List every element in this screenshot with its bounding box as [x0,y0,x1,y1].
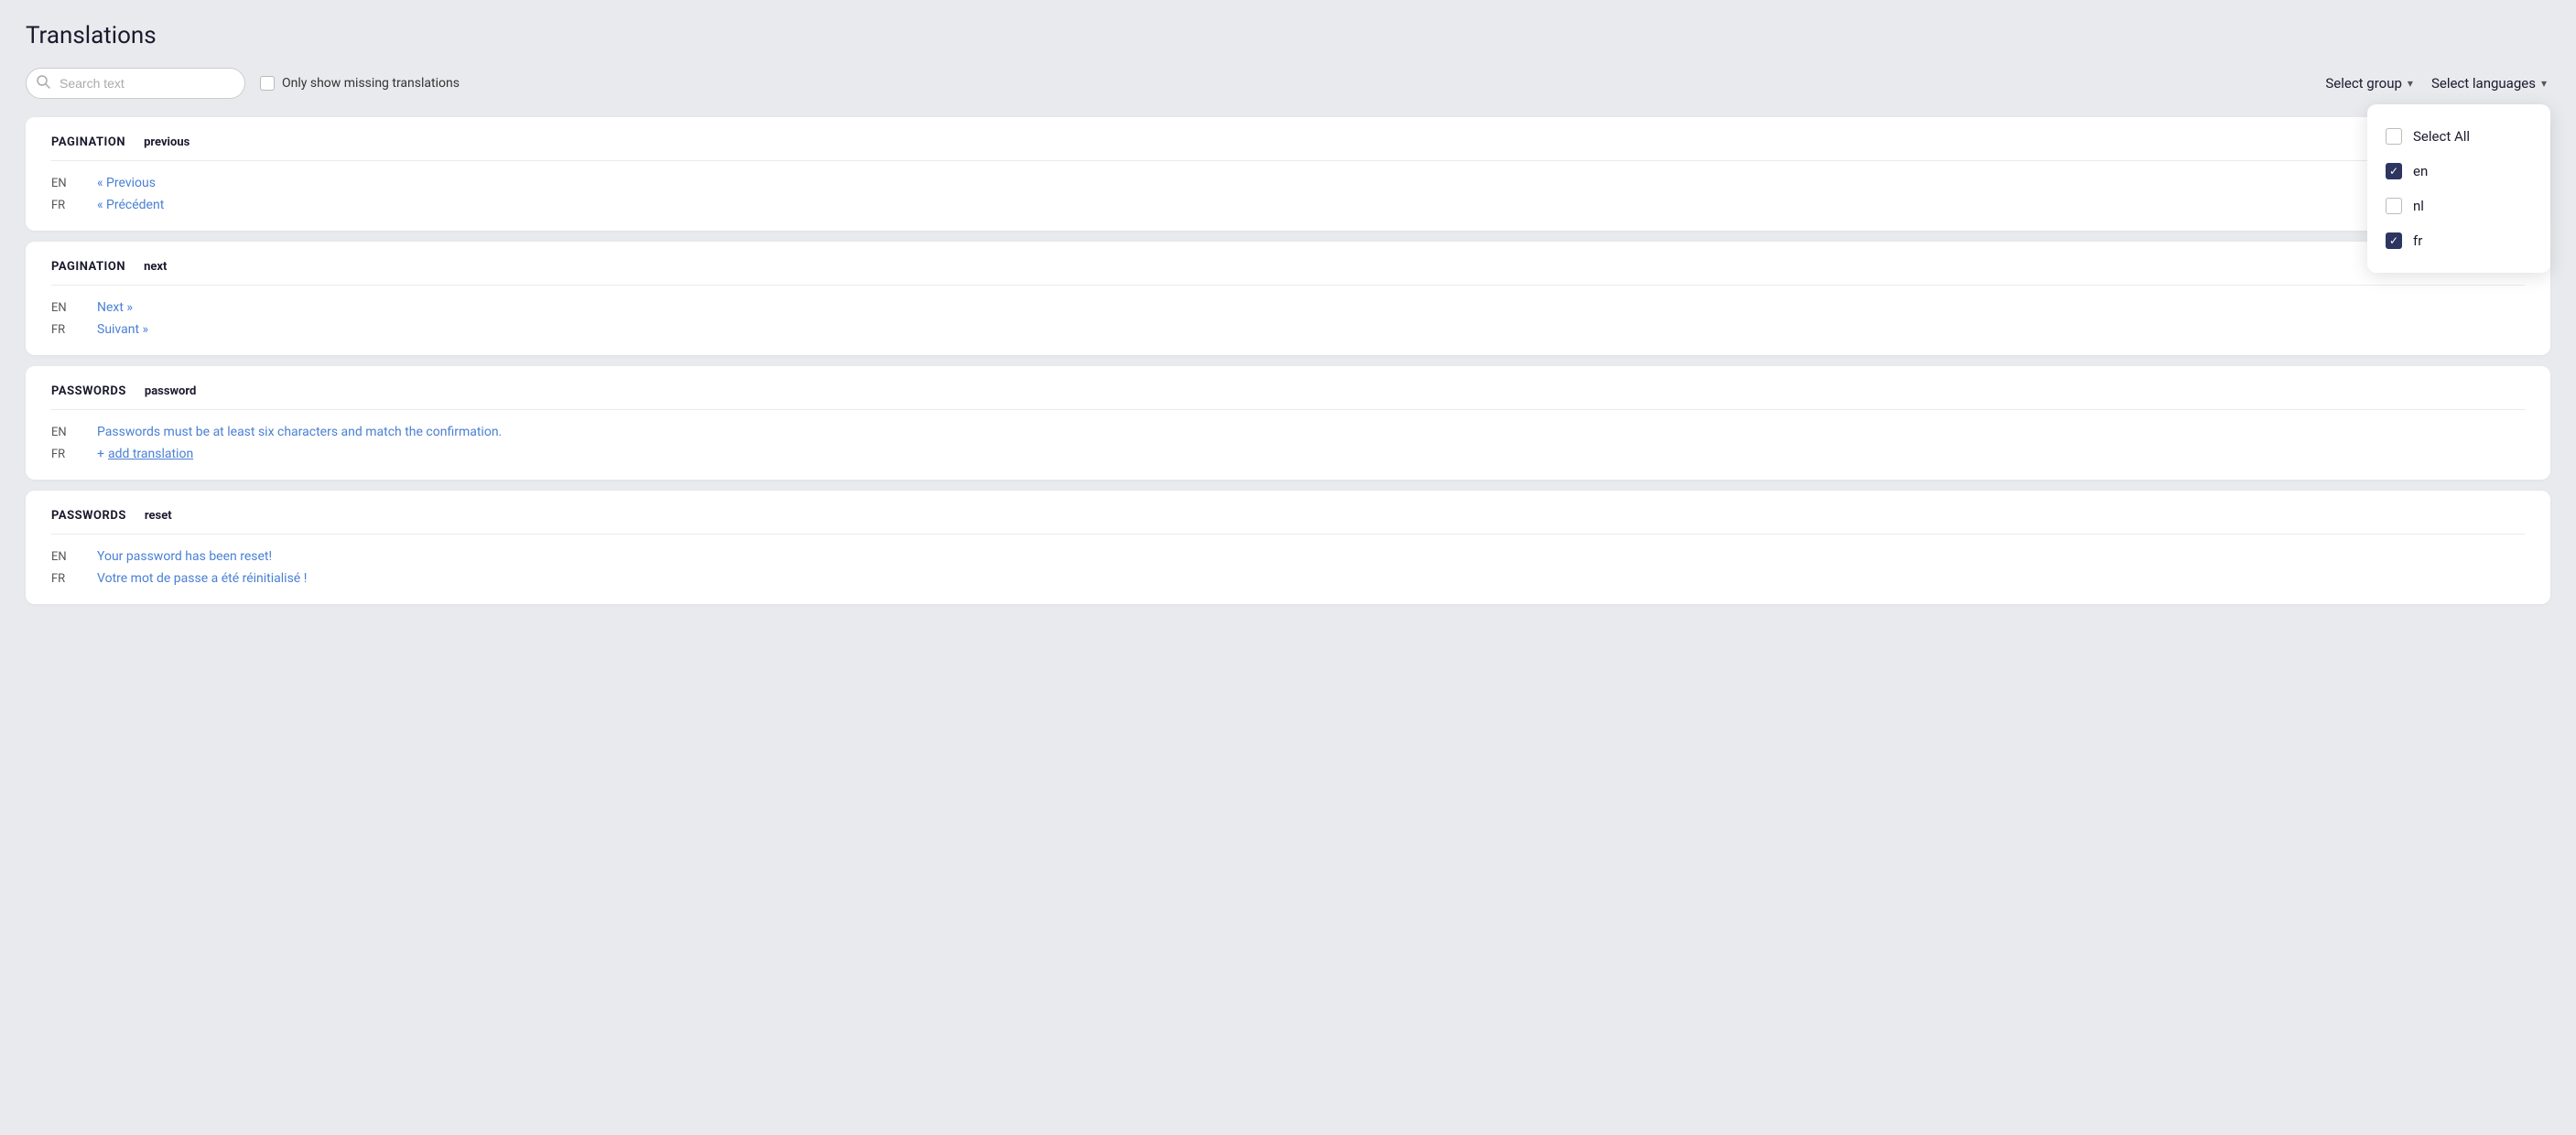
select-group-button[interactable]: Select group ▾ [2322,70,2417,97]
card-key: previous [144,135,189,149]
lang-label: EN [51,426,79,439]
translation-card: PAGINATION next EN Next » FR Suivant » [26,242,2550,355]
select-languages-wrapper: Select languages ▾ Select All en nl [2428,70,2550,97]
add-translation-button[interactable]: add translation [108,447,193,461]
card-row: FR Suivant » [51,322,2525,337]
lang-label: EN [51,177,79,190]
en-label: en [2413,163,2428,179]
card-row: EN « Previous [51,176,2525,190]
missing-translations-checkbox-label[interactable]: Only show missing translations [260,76,460,91]
card-rows: EN Passwords must be at least six charact… [51,425,2525,461]
card-key: password [145,384,196,398]
missing-translations-label: Only show missing translations [282,76,460,91]
translation-value: Suivant » [97,322,148,337]
lang-label: FR [51,199,79,212]
card-row: EN Your password has been reset! [51,549,2525,564]
card-key: next [144,260,167,274]
translation-value: Passwords must be at least six character… [97,425,502,439]
fr-checkbox[interactable] [2386,232,2402,249]
card-row: EN Passwords must be at least six charact… [51,425,2525,439]
card-rows: EN « Previous FR « Précédent [51,176,2525,212]
search-input[interactable] [26,68,245,99]
toolbar: Only show missing translations Select gr… [26,68,2550,99]
language-option-nl[interactable]: nl [2367,189,2550,223]
card-rows: EN Your password has been reset! FR Votre m… [51,549,2525,586]
page-title: Translations [26,22,2550,49]
fr-label: fr [2413,232,2422,249]
card-row: FR Votre mot de passe a été réinitialisé … [51,571,2525,586]
missing-translations-checkbox[interactable] [260,76,275,91]
card-group: PASSWORDS [51,509,126,523]
toolbar-right: Select group ▾ Select languages ▾ Select… [2322,70,2550,97]
language-option-select-all[interactable]: Select All [2367,119,2550,154]
translation-value: Votre mot de passe a été réinitialisé ! [97,571,307,586]
select-languages-chevron-icon: ▾ [2541,77,2547,90]
lang-label: EN [51,550,79,564]
card-group: PAGINATION [51,135,125,149]
language-option-fr[interactable]: fr [2367,223,2550,258]
lang-label: FR [51,448,79,461]
card-group: PAGINATION [51,260,125,274]
translation-card: PAGINATION previous EN « Previous FR « Précéd… [26,117,2550,231]
translation-card: PASSWORDS password EN Passwords must be at … [26,366,2550,480]
translation-card: PASSWORDS reset EN Your password has been r… [26,491,2550,604]
card-rows: EN Next » FR Suivant » [51,300,2525,337]
add-translation-wrap: + add translation [97,447,193,461]
select-all-checkbox[interactable] [2386,128,2402,145]
language-option-en[interactable]: en [2367,154,2550,189]
select-languages-button[interactable]: Select languages ▾ [2428,70,2550,97]
languages-dropdown-menu: Select All en nl fr [2367,104,2550,273]
select-all-label: Select All [2413,128,2470,145]
nl-label: nl [2413,198,2424,214]
translation-value: « Previous [97,176,156,190]
search-icon [37,75,50,92]
nl-checkbox[interactable] [2386,198,2402,214]
card-header: PAGINATION next [51,260,2525,286]
translation-value: « Précédent [97,198,164,212]
card-header: PASSWORDS password [51,384,2525,410]
card-row: EN Next » [51,300,2525,315]
translations-content: PAGINATION previous EN « Previous FR « Précéd… [26,117,2550,604]
translation-value: Your password has been reset! [97,549,272,564]
plus-icon: + [97,447,104,461]
select-group-chevron-icon: ▾ [2408,77,2413,90]
lang-label: FR [51,572,79,586]
card-group: PASSWORDS [51,384,126,398]
translation-value: Next » [97,300,133,315]
en-checkbox[interactable] [2386,163,2402,179]
lang-label: EN [51,301,79,315]
search-wrapper [26,68,245,99]
card-row: FR « Précédent [51,198,2525,212]
card-header: PASSWORDS reset [51,509,2525,535]
card-key: reset [145,509,172,523]
card-row: FR + add translation [51,447,2525,461]
lang-label: FR [51,323,79,337]
card-header: PAGINATION previous [51,135,2525,161]
